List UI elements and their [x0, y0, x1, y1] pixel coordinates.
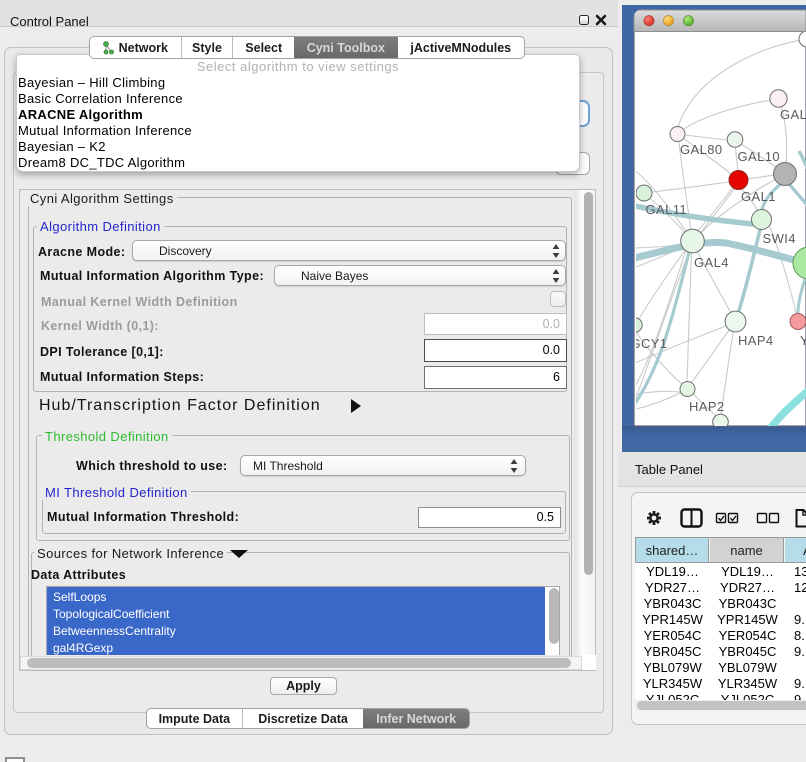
svg-text:GAL80: GAL80	[680, 142, 722, 157]
svg-text:GAL10: GAL10	[738, 149, 780, 164]
svg-text:GAL1: GAL1	[741, 189, 776, 204]
svg-text:GAL11: GAL11	[646, 202, 688, 217]
svg-text:GCY1: GCY1	[631, 336, 668, 351]
svg-text:HAP2: HAP2	[689, 399, 725, 414]
svg-text:GAL7: GAL7	[780, 107, 806, 122]
svg-text:YD: YD	[800, 333, 806, 348]
svg-text:SWI4: SWI4	[763, 231, 796, 246]
svg-text:GAL4: GAL4	[694, 255, 729, 270]
svg-text:HAP4: HAP4	[738, 333, 774, 348]
